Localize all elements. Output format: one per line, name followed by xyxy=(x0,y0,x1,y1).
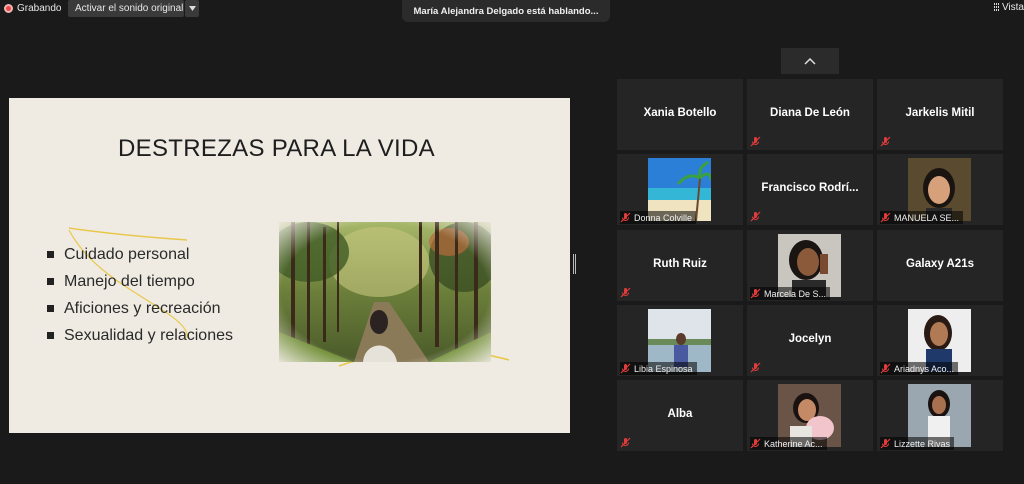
participant-tile[interactable]: Galaxy A21s xyxy=(877,230,1003,301)
participant-label: MANUELA SE... xyxy=(880,211,964,224)
participant-label: Libia Espinosa xyxy=(620,362,697,375)
view-button[interactable]: Vista xyxy=(994,0,1024,14)
participant-tile[interactable]: Alba xyxy=(617,380,743,451)
participant-name: Ruth Ruiz xyxy=(653,258,707,270)
participant-name: Libia Espinosa xyxy=(634,363,693,374)
mic-muted-icon xyxy=(620,437,631,448)
chevron-up-icon xyxy=(804,57,816,65)
participant-name: Alba xyxy=(667,408,693,420)
participant-name: Katherine Ac... xyxy=(764,438,823,449)
participant-name: Lizzette Rivas xyxy=(894,438,951,449)
square-bullet-icon xyxy=(47,251,54,258)
participant-name: Xania Botello xyxy=(643,107,717,119)
participant-label: Katherine Ac... xyxy=(750,437,827,450)
participant-name: Ariadnys Aco... xyxy=(894,363,955,374)
participant-tile[interactable]: Ariadnys Aco... xyxy=(877,305,1003,376)
participant-name: Jocelyn xyxy=(788,333,832,345)
active-speaker-notice: María Alejandra Delgado está hablando... xyxy=(402,0,610,22)
participant-label: Donna Colville xyxy=(620,211,697,224)
mic-muted-icon xyxy=(750,136,761,147)
mic-muted-icon xyxy=(880,212,891,223)
participant-tile[interactable]: Jarkelis Mitil xyxy=(877,79,1003,150)
shared-screen-slide: DESTREZAS PARA LA VIDA Cuidado personal … xyxy=(9,98,570,433)
participant-label: Lizzette Rivas xyxy=(880,437,955,450)
slide-title: DESTREZAS PARA LA VIDA xyxy=(118,135,435,162)
mic-muted-icon xyxy=(750,362,761,373)
participant-tile[interactable]: Libia Espinosa xyxy=(617,305,743,376)
recording-label: Grabando xyxy=(17,2,62,14)
participant-name: MANUELA SE... xyxy=(894,212,960,223)
mic-muted-icon xyxy=(750,438,761,449)
bullet-item: Manejo del tiempo xyxy=(47,268,233,295)
participant-name: Francisco Rodrí... xyxy=(761,182,859,194)
participant-name: Diana De León xyxy=(770,107,850,119)
mic-muted-icon xyxy=(880,438,891,449)
participant-tile[interactable]: Francisco Rodrí... xyxy=(747,154,873,225)
mic-muted-icon xyxy=(620,287,631,298)
participant-tile[interactable]: Donna Colville xyxy=(617,154,743,225)
slide-bullet-list: Cuidado personal Manejo del tiempo Afici… xyxy=(47,241,233,349)
chevron-down-icon xyxy=(188,6,196,11)
participant-tile[interactable]: Jocelyn xyxy=(747,305,873,376)
record-icon xyxy=(4,3,13,13)
mic-muted-icon xyxy=(750,288,761,299)
mic-muted-icon xyxy=(880,363,891,374)
participant-name: Marcela De S... xyxy=(764,288,827,299)
view-label: Vista xyxy=(1001,1,1024,13)
participant-label: Ariadnys Aco... xyxy=(880,362,959,375)
participant-tile[interactable]: Ruth Ruiz xyxy=(617,230,743,301)
mic-muted-icon xyxy=(750,211,761,222)
participant-tile[interactable]: Xania Botello xyxy=(617,79,743,150)
participant-tile[interactable]: Katherine Ac... xyxy=(747,380,873,451)
forest-path-image xyxy=(279,222,491,362)
participant-name: Jarkelis Mitil xyxy=(905,107,975,119)
panel-resize-handle[interactable] xyxy=(573,254,576,274)
original-sound-button[interactable]: Activar el sonido original xyxy=(68,0,184,17)
participant-name: Donna Colville xyxy=(634,212,693,223)
grid-view-icon xyxy=(994,3,999,11)
recording-indicator[interactable]: Grabando xyxy=(4,0,61,16)
bullet-item: Aficiones y recreación xyxy=(47,295,233,322)
square-bullet-icon xyxy=(47,278,54,285)
participant-tile[interactable]: Diana De León xyxy=(747,79,873,150)
participant-name: Galaxy A21s xyxy=(906,258,974,270)
mic-muted-icon xyxy=(880,136,891,147)
gallery-scroll-up-button[interactable] xyxy=(781,48,839,74)
square-bullet-icon xyxy=(47,332,54,339)
bullet-item: Sexualidad y relaciones xyxy=(47,322,233,349)
participant-label: Marcela De S... xyxy=(750,287,831,300)
mic-muted-icon xyxy=(620,212,631,223)
participant-tile[interactable]: MANUELA SE... xyxy=(877,154,1003,225)
square-bullet-icon xyxy=(47,305,54,312)
bullet-item: Cuidado personal xyxy=(47,241,233,268)
original-sound-dropdown[interactable] xyxy=(185,0,199,17)
participant-tile[interactable]: Lizzette Rivas xyxy=(877,380,1003,451)
participant-tile[interactable]: Marcela De S... xyxy=(747,230,873,301)
mic-muted-icon xyxy=(620,363,631,374)
